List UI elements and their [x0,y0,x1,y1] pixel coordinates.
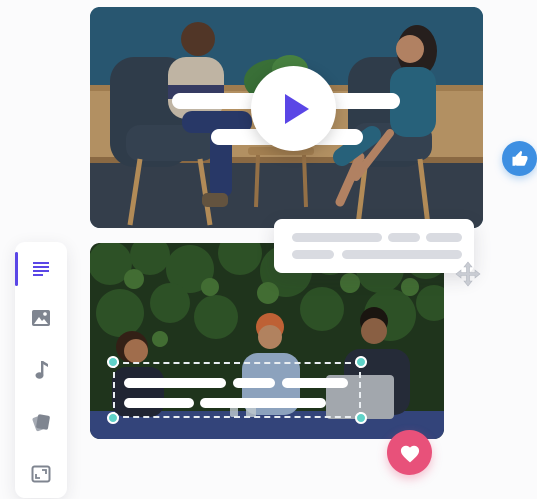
text-selection-box[interactable] [113,362,361,418]
text-lines-icon [33,262,49,276]
tool-sidebar [15,242,67,498]
tool-audio[interactable] [15,347,67,393]
selected-text-line [233,378,275,388]
video-card[interactable] [90,7,483,228]
heart-icon [400,445,419,462]
editor-canvas [0,0,537,499]
caption-placeholder-line [292,250,334,259]
tool-resize[interactable] [15,451,67,497]
tool-sticker[interactable] [15,399,67,445]
caption-placeholder-line [388,233,420,242]
caption-placeholder-line [342,250,462,259]
selected-text-line [124,378,226,388]
resize-handle-top-right[interactable] [355,356,367,368]
tool-image[interactable] [15,295,67,341]
tool-text[interactable] [15,246,67,292]
selected-text-line [124,398,194,408]
caption-card[interactable] [274,219,474,273]
image-icon [32,310,50,326]
sticker-icon [32,414,50,432]
move-cursor-icon[interactable] [455,261,481,287]
play-button[interactable] [251,66,336,151]
favorite-button[interactable] [387,430,432,475]
music-note-icon [35,361,48,379]
thumbs-up-icon [512,150,527,166]
resize-handle-bottom-right[interactable] [355,412,367,424]
play-icon [284,93,309,124]
caption-placeholder-line [426,233,462,242]
resize-icon [31,465,51,483]
caption-placeholder-line [292,233,382,242]
resize-handle-top-left[interactable] [107,356,119,368]
like-button[interactable] [502,141,537,176]
selected-text-line [200,398,326,408]
selected-text-line [282,378,348,388]
resize-handle-bottom-left[interactable] [107,412,119,424]
